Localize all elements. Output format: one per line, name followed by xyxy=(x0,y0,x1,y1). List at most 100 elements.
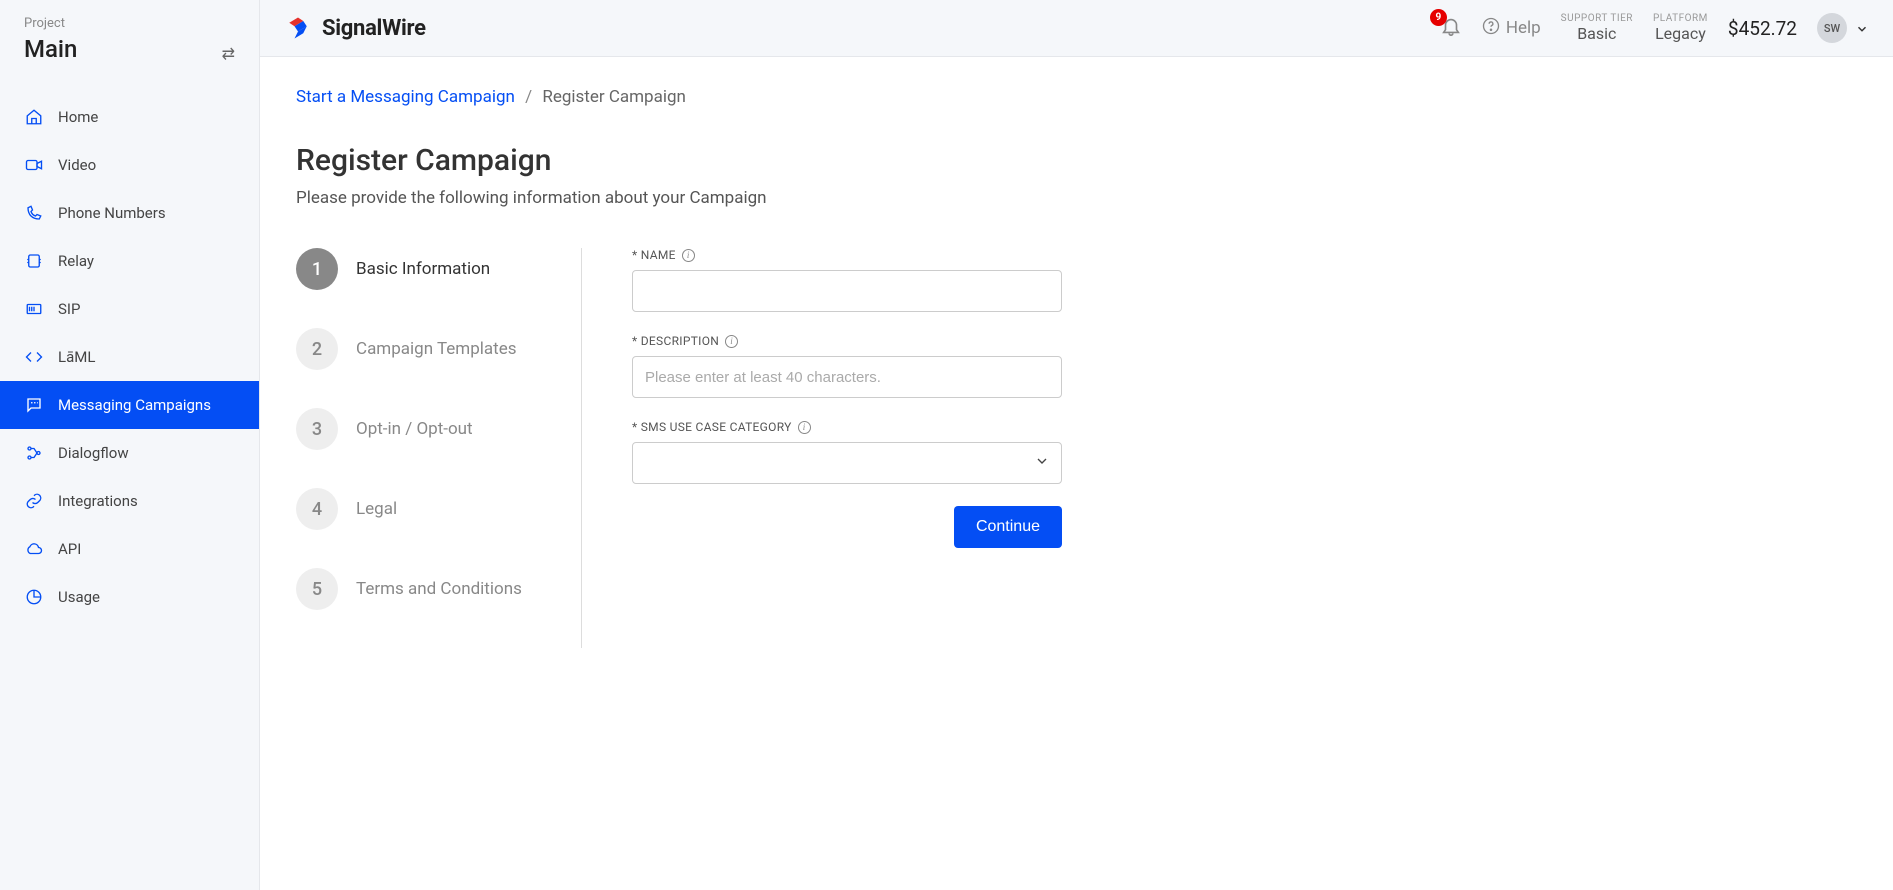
nav-item-label: Usage xyxy=(58,588,100,606)
breadcrumb-current: Register Campaign xyxy=(542,87,686,107)
support-tier-value: Basic xyxy=(1561,24,1633,43)
nav-item-relay[interactable]: Relay xyxy=(0,237,259,285)
nav-item-label: Phone Numbers xyxy=(58,204,166,222)
breadcrumb-separator: / xyxy=(525,87,532,107)
step-number: 2 xyxy=(296,328,338,370)
step-label: Campaign Templates xyxy=(356,339,517,359)
home-icon xyxy=(24,107,44,127)
nav-item-video[interactable]: Video xyxy=(0,141,259,189)
info-icon[interactable]: i xyxy=(725,335,738,348)
step-campaign-templates[interactable]: 2 Campaign Templates xyxy=(296,328,561,370)
link-icon xyxy=(24,491,44,511)
form-column: * NAME i * DESCRIPTION i xyxy=(582,248,1062,648)
message-icon xyxy=(24,395,44,415)
dialogflow-icon xyxy=(24,443,44,463)
account-balance[interactable]: $452.72 xyxy=(1728,17,1797,40)
bell-icon xyxy=(1440,22,1462,41)
step-label: Basic Information xyxy=(356,259,490,279)
steps-column: 1 Basic Information 2 Campaign Templates… xyxy=(296,248,582,648)
sip-icon xyxy=(24,299,44,319)
breadcrumb: Start a Messaging Campaign / Register Ca… xyxy=(296,87,1857,107)
help-link[interactable]: Help xyxy=(1482,17,1541,40)
support-tier[interactable]: SUPPORT TIER Basic xyxy=(1561,13,1633,43)
nav-item-sip[interactable]: SIP xyxy=(0,285,259,333)
help-icon xyxy=(1482,17,1500,40)
logo-mark-icon xyxy=(284,14,312,42)
nav-item-integrations[interactable]: Integrations xyxy=(0,477,259,525)
support-tier-label: SUPPORT TIER xyxy=(1561,13,1633,24)
topbar: SignalWire 9 Help SUPPORT TIER Basic PLA… xyxy=(260,0,1893,57)
sidebar: Project Main ⇄ Home Video Phone Numbers … xyxy=(0,0,260,890)
usecase-label: * SMS USE CASE CATEGORY i xyxy=(632,420,1062,434)
nav-item-phone-numbers[interactable]: Phone Numbers xyxy=(0,189,259,237)
cloud-icon xyxy=(24,539,44,559)
video-icon xyxy=(24,155,44,175)
step-number: 5 xyxy=(296,568,338,610)
step-number: 3 xyxy=(296,408,338,450)
nav-item-label: Home xyxy=(58,108,98,126)
brand-name: SignalWire xyxy=(322,16,426,41)
brand-logo[interactable]: SignalWire xyxy=(284,14,426,42)
nav-item-usage[interactable]: Usage xyxy=(0,573,259,621)
usecase-select[interactable] xyxy=(632,442,1062,484)
name-label: * NAME i xyxy=(632,248,1062,262)
nav-item-home[interactable]: Home xyxy=(0,93,259,141)
form-group-usecase: * SMS USE CASE CATEGORY i xyxy=(632,420,1062,484)
nav-item-api[interactable]: API xyxy=(0,525,259,573)
sidebar-header: Project Main ⇄ xyxy=(0,0,259,83)
nav-item-laml[interactable]: LāML xyxy=(0,333,259,381)
continue-button[interactable]: Continue xyxy=(954,506,1062,548)
nav-item-dialogflow[interactable]: Dialogflow xyxy=(0,429,259,477)
nav-item-label: Messaging Campaigns xyxy=(58,396,211,414)
nav-item-label: LāML xyxy=(58,348,95,366)
step-opt-in-opt-out[interactable]: 3 Opt-in / Opt-out xyxy=(296,408,561,450)
form-group-description: * DESCRIPTION i xyxy=(632,334,1062,398)
nav-item-label: Relay xyxy=(58,252,94,270)
step-number: 4 xyxy=(296,488,338,530)
platform[interactable]: PLATFORM Legacy xyxy=(1653,13,1708,43)
step-label: Terms and Conditions xyxy=(356,579,522,599)
code-icon xyxy=(24,347,44,367)
form-actions: Continue xyxy=(632,506,1062,548)
nav-item-label: API xyxy=(58,540,81,558)
phone-icon xyxy=(24,203,44,223)
relay-icon xyxy=(24,251,44,271)
project-label: Project xyxy=(24,16,77,31)
breadcrumb-link[interactable]: Start a Messaging Campaign xyxy=(296,87,515,107)
user-menu[interactable]: SW xyxy=(1817,13,1869,43)
info-icon[interactable]: i xyxy=(682,249,695,262)
platform-label: PLATFORM xyxy=(1653,13,1708,24)
form-group-name: * NAME i xyxy=(632,248,1062,312)
nav-item-messaging-campaigns[interactable]: Messaging Campaigns xyxy=(0,381,259,429)
platform-value: Legacy xyxy=(1653,24,1708,43)
form-layout: 1 Basic Information 2 Campaign Templates… xyxy=(296,248,1857,648)
notifications-button[interactable]: 9 xyxy=(1440,15,1462,41)
step-legal[interactable]: 4 Legal xyxy=(296,488,561,530)
page-subtitle: Please provide the following information… xyxy=(296,188,1857,208)
project-name[interactable]: Main xyxy=(24,35,77,63)
nav-list: Home Video Phone Numbers Relay SIP LāML xyxy=(0,83,259,621)
nav-item-label: Video xyxy=(58,156,96,174)
chevron-down-icon xyxy=(1855,21,1869,35)
description-label-text: * DESCRIPTION xyxy=(632,334,719,348)
description-input[interactable] xyxy=(632,356,1062,398)
step-label: Legal xyxy=(356,499,397,519)
swap-icon[interactable]: ⇄ xyxy=(222,44,235,63)
help-label: Help xyxy=(1506,18,1541,38)
page-title: Register Campaign xyxy=(296,143,1857,178)
avatar: SW xyxy=(1817,13,1847,43)
step-terms-and-conditions[interactable]: 5 Terms and Conditions xyxy=(296,568,561,610)
step-basic-information[interactable]: 1 Basic Information xyxy=(296,248,561,290)
notification-badge: 9 xyxy=(1430,9,1447,26)
step-number: 1 xyxy=(296,248,338,290)
name-input[interactable] xyxy=(632,270,1062,312)
content: Start a Messaging Campaign / Register Ca… xyxy=(260,57,1893,678)
step-label: Opt-in / Opt-out xyxy=(356,419,473,439)
nav-item-label: SIP xyxy=(58,300,80,318)
chart-icon xyxy=(24,587,44,607)
info-icon[interactable]: i xyxy=(798,421,811,434)
nav-item-label: Integrations xyxy=(58,492,138,510)
description-label: * DESCRIPTION i xyxy=(632,334,1062,348)
name-label-text: * NAME xyxy=(632,248,676,262)
usecase-label-text: * SMS USE CASE CATEGORY xyxy=(632,420,792,434)
